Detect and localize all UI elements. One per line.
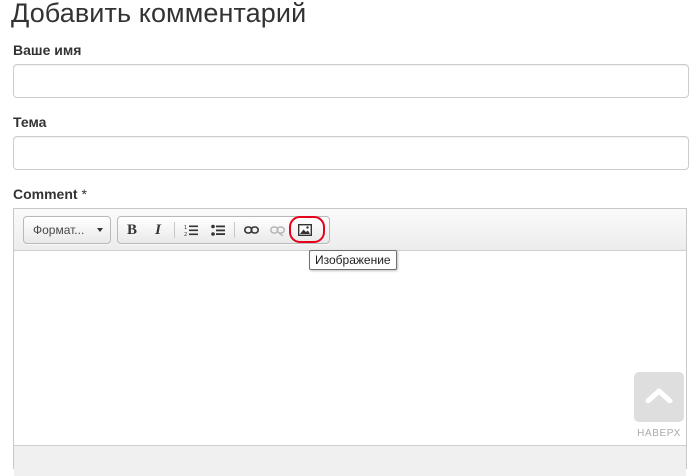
subject-field[interactable]	[13, 136, 689, 170]
image-button-tooltip: Изображение	[309, 250, 397, 270]
toolbar-divider	[174, 222, 175, 238]
unlink-button[interactable]	[264, 217, 290, 243]
subject-label: Тема	[13, 114, 47, 130]
bold-button[interactable]: B	[119, 217, 145, 243]
editor-toolbar: Формат... B I 1 2	[14, 209, 686, 251]
svg-text:1: 1	[184, 225, 187, 231]
back-to-top-label: НАВЕРХ	[637, 428, 681, 439]
toolbar-divider	[234, 222, 235, 238]
page-title: Добавить комментарий	[11, 0, 307, 28]
image-button-highlight	[289, 216, 325, 243]
chevron-down-icon	[97, 228, 103, 232]
unlink-icon	[269, 226, 285, 236]
numbered-list-button[interactable]: 1 2	[178, 217, 204, 243]
comment-label: Comment *	[13, 186, 87, 202]
comment-editor: Формат... B I 1 2	[13, 208, 687, 476]
bullet-list-button[interactable]	[205, 217, 231, 243]
link-icon	[243, 226, 259, 234]
back-to-top-button[interactable]	[634, 372, 684, 422]
italic-button[interactable]: I	[145, 217, 171, 243]
italic-icon: I	[155, 221, 161, 238]
format-select-value: Формат...	[33, 223, 85, 237]
editor-status-bar	[14, 445, 686, 476]
svg-text:2: 2	[184, 232, 187, 237]
required-mark: *	[81, 186, 87, 202]
link-button[interactable]	[238, 217, 264, 243]
comment-label-text: Comment	[13, 186, 78, 202]
numbered-list-icon: 1 2	[184, 225, 198, 237]
name-field[interactable]	[13, 64, 689, 98]
bold-icon: B	[126, 221, 137, 238]
bullet-list-icon	[211, 224, 225, 236]
name-label: Ваше имя	[13, 42, 82, 58]
format-select[interactable]: Формат...	[23, 216, 111, 244]
chevron-up-icon	[645, 388, 673, 403]
